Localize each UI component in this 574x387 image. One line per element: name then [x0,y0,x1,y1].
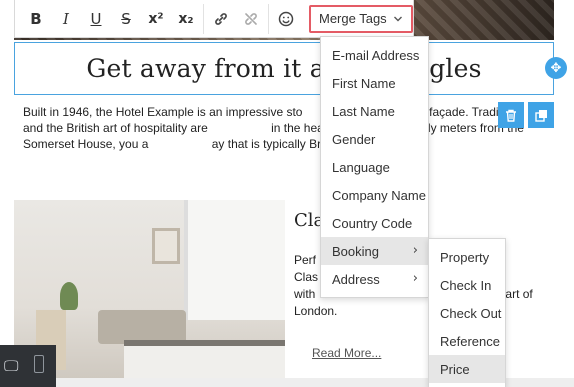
subscript-button[interactable]: x₂ [171,4,201,34]
merge-tags-menu: E-mail Address First Name Last Name Gend… [320,36,429,298]
bold-icon: B [30,9,42,28]
submenu-item-label: Property [440,249,490,265]
menu-item-language[interactable]: Language [321,153,428,181]
duplicate-icon [534,109,547,122]
strikethrough-button[interactable]: S [111,4,141,34]
merge-tags-dropdown[interactable]: Merge Tags [309,4,413,33]
chevron-right-icon: › [412,271,418,286]
unlink-button[interactable] [236,4,266,34]
delete-block-button[interactable] [498,102,524,128]
italic-icon: I [63,9,69,28]
photo-sofa [98,310,186,344]
photo-window [184,200,285,320]
underline-icon: U [90,9,102,28]
menu-item-label: Last Name [332,103,395,119]
menu-item-email-address[interactable]: E-mail Address [321,41,428,69]
menu-item-company-name[interactable]: Company Name [321,181,428,209]
menu-item-booking[interactable]: Booking › [321,237,428,265]
strikethrough-icon: S [121,9,131,28]
superscript-icon: x² [148,10,164,27]
superscript-button[interactable]: x² [141,4,171,34]
toolbar-divider [203,3,204,34]
menu-item-address[interactable]: Address › [321,265,428,293]
unlink-icon [245,12,257,25]
menu-item-country-code[interactable]: Country Code [321,209,428,237]
submenu-item-label: Reference [440,333,500,349]
italic-button[interactable]: I [51,4,81,34]
submenu-item-check-out[interactable]: Check Out [429,299,505,327]
move-arrows-icon[interactable]: ✥ [545,57,567,79]
menu-item-label: Booking [332,243,379,259]
duplicate-block-button[interactable] [528,102,554,128]
device-toggle: 🖵 [0,345,56,387]
menu-item-label: Language [332,159,390,175]
menu-item-label: First Name [332,75,396,91]
booking-submenu: Property Check In Check Out Reference Pr… [428,238,506,387]
text-format-toolbar: B I U S x² x₂ Merge Tags [14,0,414,38]
photo-plant [60,282,78,310]
submenu-item-reference[interactable]: Reference [429,327,505,355]
desktop-icon[interactable]: 🖵 [4,357,18,375]
photo-wall-frame [152,228,180,264]
submenu-item-check-in[interactable]: Check In [429,271,505,299]
title-visible-text: Get away from it all [86,54,342,83]
chevron-right-icon: › [412,243,418,258]
toolbar-divider [268,3,269,34]
merge-tags-label: Merge Tags [319,11,387,26]
chevron-down-icon [393,16,402,21]
menu-item-gender[interactable]: Gender [321,125,428,153]
submenu-item-label: Check Out [440,305,502,321]
menu-item-last-name[interactable]: Last Name [321,97,428,125]
title-tail-text: gles [429,54,482,83]
subscript-icon: x₂ [178,10,194,27]
menu-item-label: Gender [332,131,376,147]
underline-button[interactable]: U [81,4,111,34]
photo-bed [124,340,285,378]
intro-paragraph[interactable]: Built in 1946, the Hotel Example is an i… [23,104,535,152]
emoji-button[interactable] [271,4,301,34]
bold-button[interactable]: B [21,4,51,34]
link-icon [215,12,227,25]
smiley-icon [278,11,294,26]
menu-item-label: Company Name [332,187,426,203]
submenu-item-label: Price [440,361,470,377]
link-button[interactable] [206,4,236,34]
submenu-item-property[interactable]: Property [429,243,505,271]
trash-icon [506,109,516,122]
menu-item-label: E-mail Address [332,47,420,63]
menu-item-first-name[interactable]: First Name [321,69,428,97]
mobile-icon[interactable] [34,355,44,373]
menu-item-label: Country Code [332,215,413,231]
menu-item-label: Address [332,271,380,287]
submenu-item-label: Check In [440,277,492,293]
read-more-link[interactable]: Read More... [312,346,381,360]
title-text-block[interactable]: Get away from it all gles [14,42,554,95]
submenu-item-price[interactable]: Price [429,355,505,383]
